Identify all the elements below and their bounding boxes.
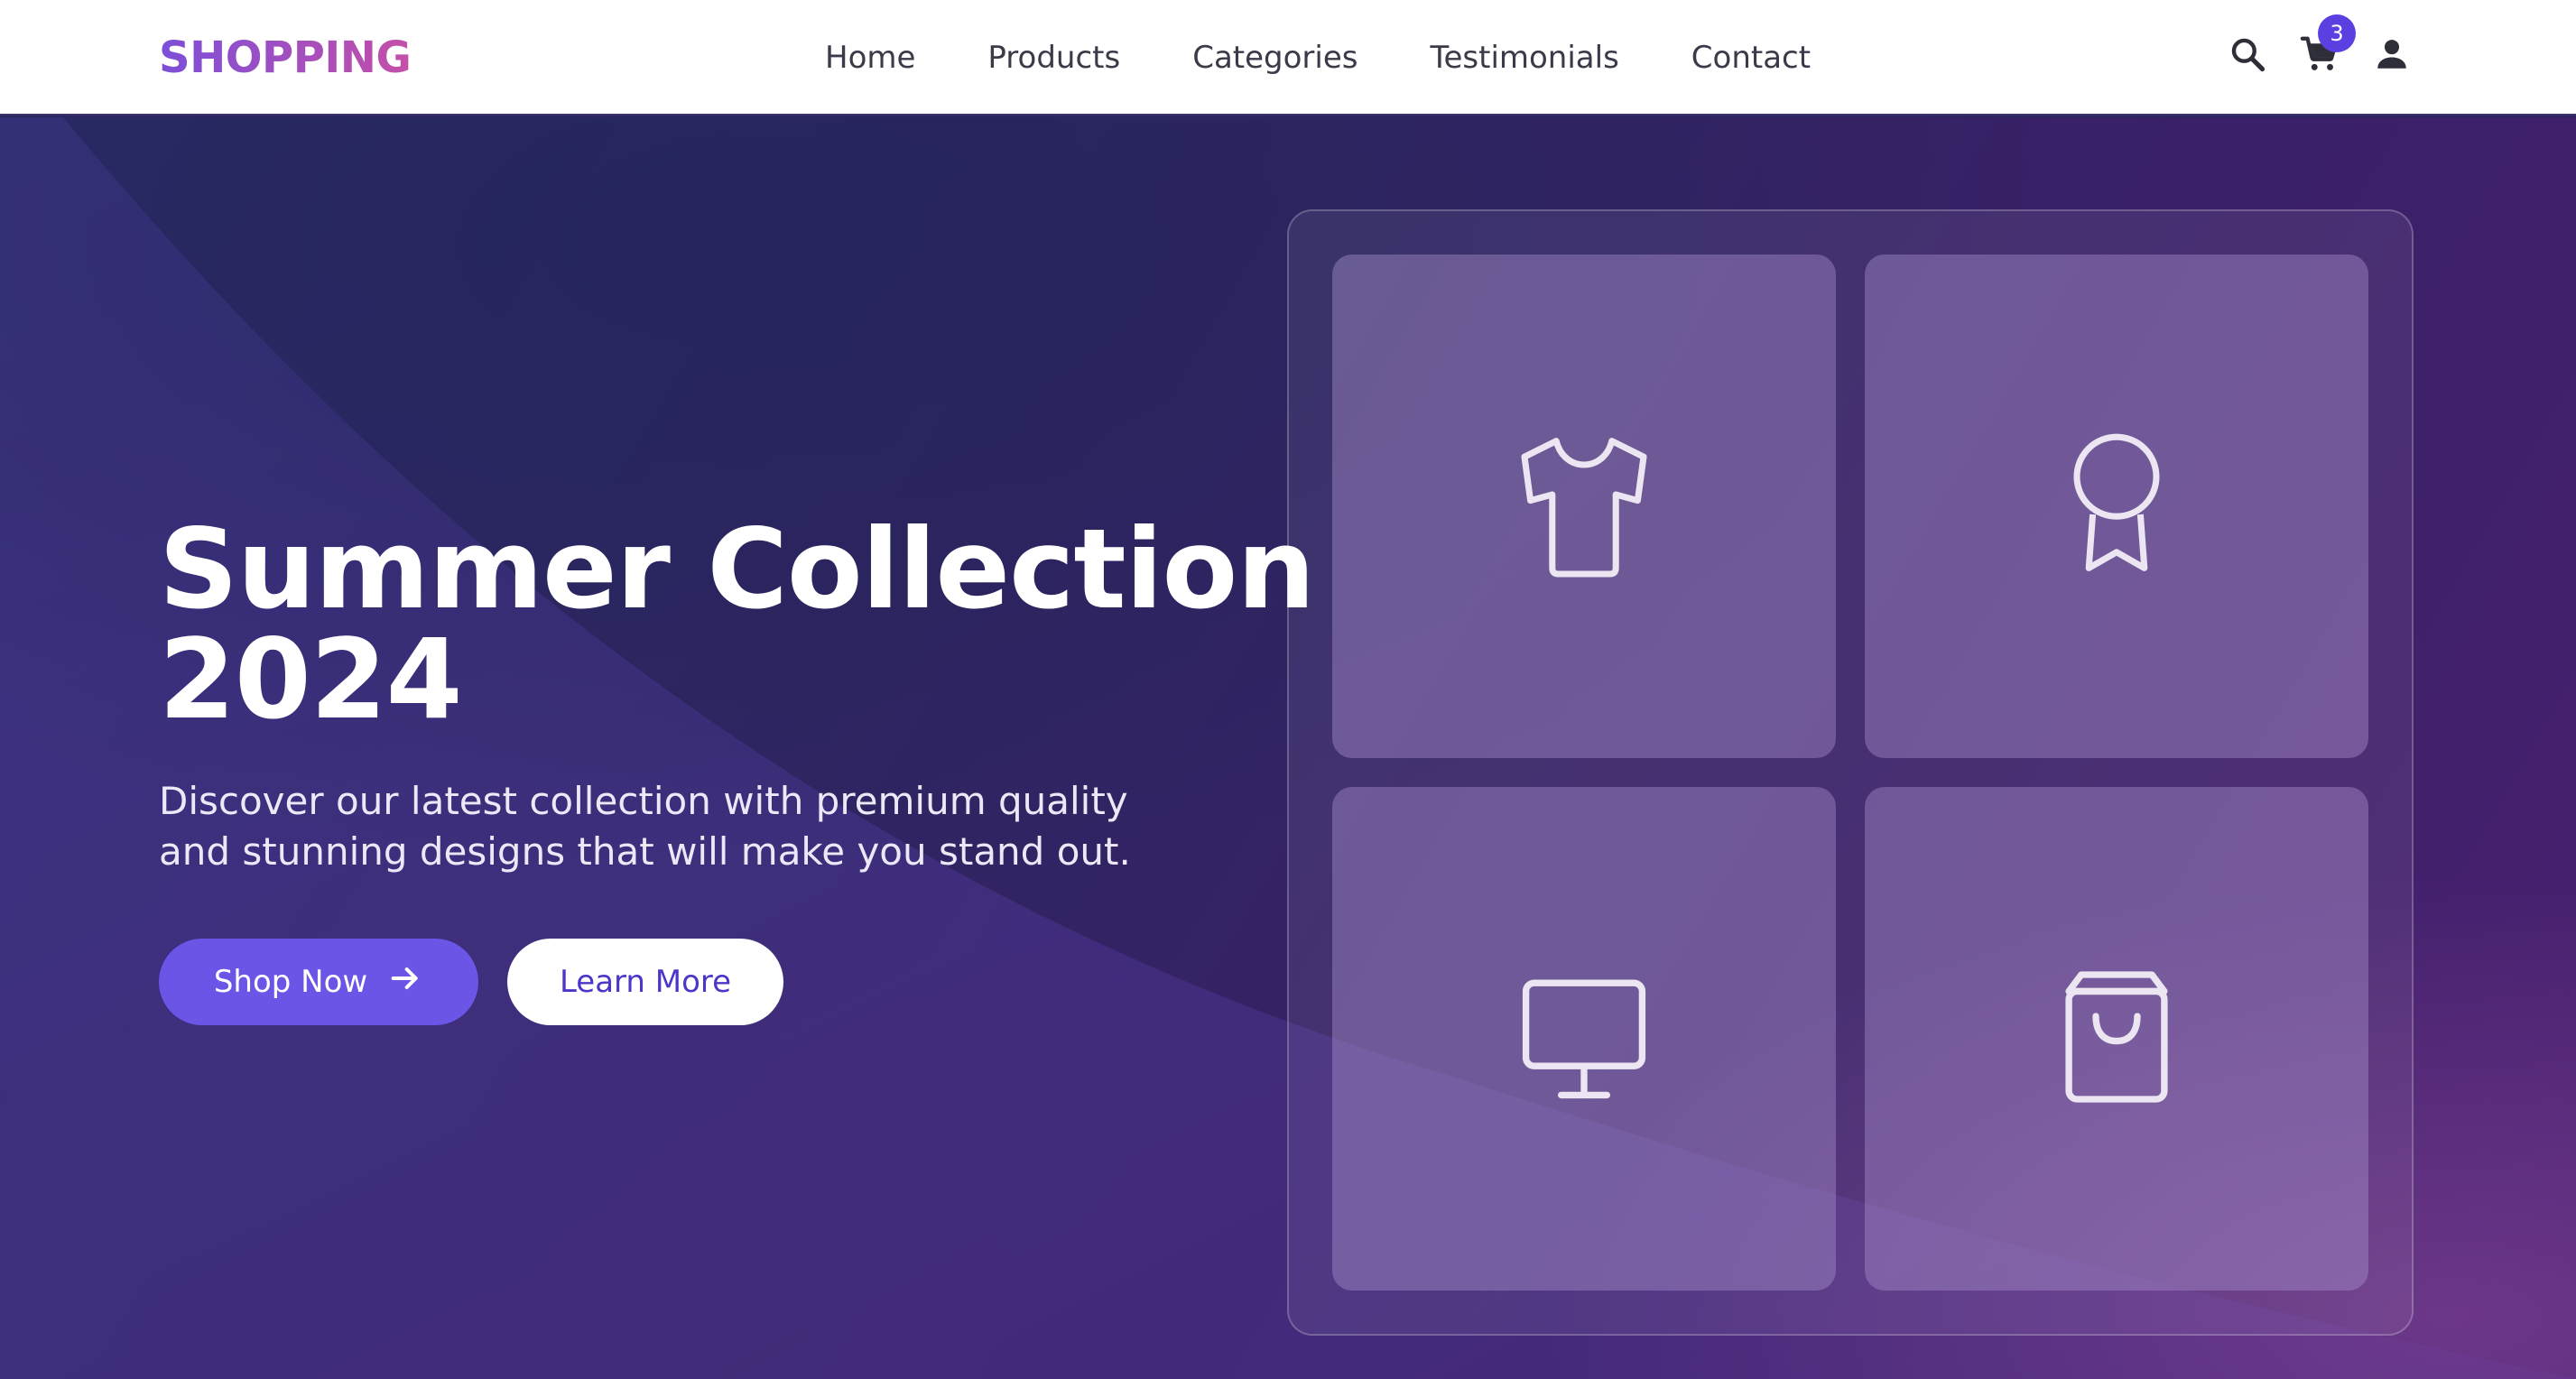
tile-apparel[interactable] bbox=[1332, 255, 1836, 758]
nav-item-products[interactable]: Products bbox=[987, 32, 1120, 83]
cart-count-badge: 3 bbox=[2318, 14, 2356, 52]
tile-quality[interactable] bbox=[1865, 255, 2368, 758]
learn-more-label: Learn More bbox=[559, 964, 732, 1000]
brand-logo[interactable]: SHOPPING bbox=[159, 29, 412, 87]
arrow-right-icon bbox=[387, 960, 423, 1004]
shopping-bag-icon bbox=[2013, 933, 2220, 1144]
user-icon[interactable] bbox=[2367, 29, 2417, 79]
hero-description: Discover our latest collection with prem… bbox=[159, 779, 1131, 874]
shop-now-button[interactable]: Shop Now bbox=[159, 939, 478, 1025]
nav-item-home[interactable]: Home bbox=[825, 32, 915, 83]
nav-item-categories[interactable]: Categories bbox=[1192, 32, 1357, 83]
tile-shopping[interactable] bbox=[1865, 787, 2368, 1291]
monitor-icon bbox=[1480, 933, 1688, 1144]
nav-item-testimonials[interactable]: Testimonials bbox=[1430, 32, 1618, 83]
tshirt-icon bbox=[1485, 405, 1683, 607]
main-nav: Home Products Categories Testimonials Co… bbox=[825, 32, 1811, 83]
site-header: SHOPPING Home Products Categories Testim… bbox=[0, 0, 2576, 116]
hero-section: Summer Collection 2024 Discover our late… bbox=[0, 117, 2576, 1379]
tile-electronics[interactable] bbox=[1332, 787, 1836, 1291]
award-ribbon-icon bbox=[2017, 405, 2216, 607]
search-icon[interactable] bbox=[2222, 29, 2273, 79]
shop-now-label: Shop Now bbox=[213, 964, 368, 1000]
hero-title: Summer Collection 2024 bbox=[159, 505, 1315, 744]
learn-more-button[interactable]: Learn More bbox=[507, 939, 783, 1025]
nav-item-contact[interactable]: Contact bbox=[1691, 32, 1811, 83]
feature-grid-panel bbox=[1287, 209, 2414, 1336]
